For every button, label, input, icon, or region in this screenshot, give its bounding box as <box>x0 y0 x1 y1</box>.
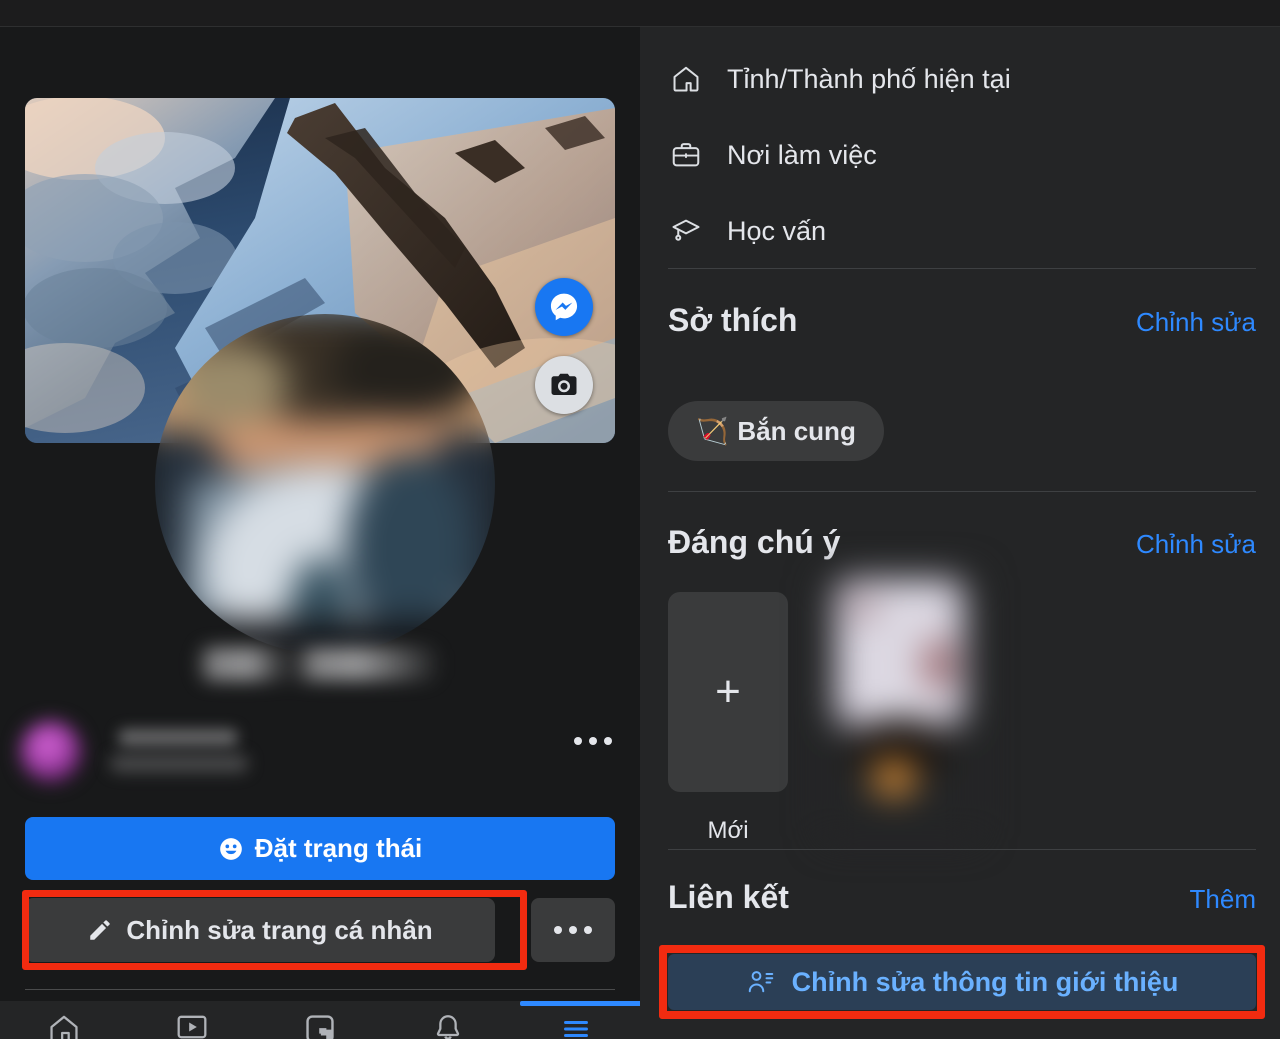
hamburger-menu-icon <box>558 1012 594 1039</box>
about-label-current-city: Tỉnh/Thành phố hiện tại <box>727 63 1011 94</box>
links-header: Liên kết Thêm <box>668 879 1256 916</box>
cover-camera-button[interactable] <box>535 356 593 414</box>
featured-title: Đáng chú ý <box>668 524 841 560</box>
messenger-button[interactable] <box>535 278 593 336</box>
profile-action-row: Chỉnh sửa trang cá nhân <box>25 898 615 962</box>
home-icon <box>668 61 704 97</box>
briefcase-icon <box>668 137 704 173</box>
about-label-workplace: Nơi làm việc <box>727 139 877 170</box>
bottom-navigation-bar: Trang chủ Watch <box>0 1001 640 1039</box>
featured-cards: + <box>668 592 788 792</box>
mini-avatar <box>20 721 82 783</box>
divider-after-info <box>668 268 1256 269</box>
divider-after-hobbies <box>668 491 1256 492</box>
nav-item-menu[interactable]: Menu <box>512 1001 640 1039</box>
featured-add-new-label: Mới <box>707 817 749 844</box>
profile-name-blurred <box>196 647 442 681</box>
profile-about-panel: Tỉnh/Thành phố hiện tại Nơi làm việc Học… <box>640 27 1280 1039</box>
nav-item-home[interactable]: Trang chủ <box>0 1001 128 1039</box>
edit-profile-button[interactable]: Chỉnh sửa trang cá nhân <box>25 898 495 962</box>
bio-text-blurred-line-2 <box>110 755 248 772</box>
active-tab-indicator <box>520 1001 640 1006</box>
edit-about-info-label: Chỉnh sửa thông tin giới thiệu <box>791 966 1179 997</box>
featured-header: Đáng chú ý Chỉnh sửa <box>668 524 1256 561</box>
set-status-button[interactable]: Đặt trạng thái <box>25 817 615 880</box>
about-row-current-city[interactable]: Tỉnh/Thành phố hiện tại <box>668 41 1258 117</box>
edit-about-info-button[interactable]: Chỉnh sửa thông tin giới thiệu <box>668 954 1256 1010</box>
set-status-label: Đặt trạng thái <box>254 833 423 863</box>
profile-bio-row[interactable] <box>0 717 640 791</box>
dot <box>554 926 562 934</box>
messenger-icon <box>550 293 578 321</box>
featured-item-image-blurred <box>820 572 980 842</box>
bow-and-arrow-icon: 🏹 <box>696 415 729 446</box>
featured-edit-link[interactable]: Chỉnh sửa <box>1136 529 1256 560</box>
graduation-cap-icon <box>668 213 704 249</box>
gaming-icon <box>303 1012 337 1039</box>
home-icon <box>45 1012 83 1039</box>
nav-item-notifications[interactable]: Thông báo <box>384 1001 512 1039</box>
divider-after-links <box>668 947 1256 948</box>
screen-root: Đặt trạng thái Chỉnh sửa trang cá nhân T… <box>0 0 1280 1039</box>
links-title: Liên kết <box>668 879 789 915</box>
avatar-image-blurred <box>155 314 495 654</box>
dot <box>584 926 592 934</box>
featured-add-new-card[interactable]: + <box>668 592 788 792</box>
profile-more-options-button[interactable] <box>531 898 615 962</box>
about-label-education: Học vấn <box>727 215 827 246</box>
profile-details-icon <box>748 971 773 993</box>
watch-play-icon <box>174 1012 210 1039</box>
camera-icon <box>551 373 577 395</box>
left-panel-divider <box>25 989 615 990</box>
bell-icon <box>431 1012 465 1039</box>
hobbies-chip-list: 🏹 Bắn cung <box>668 401 884 461</box>
about-row-workplace[interactable]: Nơi làm việc <box>668 117 1258 193</box>
hobbies-header: Sở thích Chỉnh sửa <box>668 302 1256 339</box>
bio-more-button[interactable] <box>574 737 612 745</box>
about-info-list: Tỉnh/Thành phố hiện tại Nơi làm việc Học… <box>668 41 1258 269</box>
plus-icon: + <box>715 667 741 716</box>
featured-item-blurred[interactable] <box>820 572 980 842</box>
bio-text-blurred-line-1 <box>118 729 238 746</box>
hobbies-edit-link[interactable]: Chỉnh sửa <box>1136 307 1256 338</box>
dot <box>569 926 577 934</box>
smiley-icon <box>219 837 242 860</box>
about-row-education[interactable]: Học vấn <box>668 193 1258 269</box>
avatar[interactable] <box>155 314 495 654</box>
nav-item-watch[interactable]: Watch <box>128 1001 256 1039</box>
links-add-link[interactable]: Thêm <box>1190 884 1256 915</box>
hobbies-title: Sở thích <box>668 302 798 338</box>
nav-item-gaming[interactable]: Chơi game <box>256 1001 384 1039</box>
profile-left-panel: Đặt trạng thái Chỉnh sửa trang cá nhân <box>0 27 640 1039</box>
hobby-chip-archery[interactable]: 🏹 Bắn cung <box>668 401 884 461</box>
edit-profile-label: Chỉnh sửa trang cá nhân <box>126 914 433 945</box>
pencil-icon <box>90 920 111 940</box>
divider-after-featured <box>668 849 1256 850</box>
hobby-chip-label: Bắn cung <box>737 415 856 446</box>
